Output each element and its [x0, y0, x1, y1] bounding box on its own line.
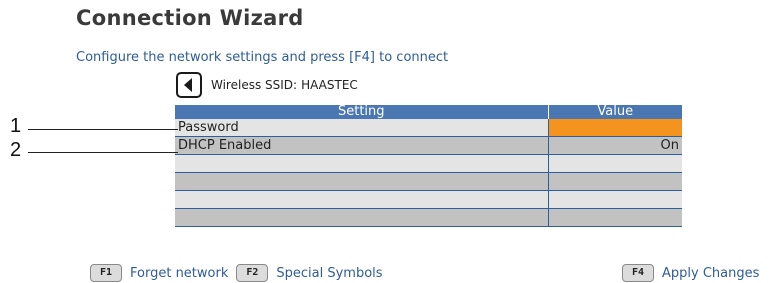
value-cell[interactable]: On [548, 136, 682, 155]
column-header-setting: Setting [175, 105, 549, 119]
table-row[interactable]: DHCP Enabled On [175, 136, 682, 155]
f4-key-button[interactable]: F4 [622, 264, 654, 282]
value-cell[interactable] [548, 190, 682, 209]
callout-line-1 [28, 129, 178, 130]
left-arrow-icon [184, 78, 192, 92]
setting-cell[interactable]: DHCP Enabled [175, 136, 549, 155]
f1-key-button[interactable]: F1 [90, 264, 122, 282]
password-value-cell[interactable] [548, 119, 682, 137]
ssid-value: HAASTEC [301, 78, 358, 92]
ssid-label: Wireless SSID: [211, 78, 298, 92]
value-cell[interactable] [548, 172, 682, 191]
settings-table: Setting Value Password DHCP Enabled On [175, 105, 682, 227]
value-cell[interactable] [548, 208, 682, 227]
table-row[interactable] [175, 208, 682, 227]
wizard-subtitle: Configure the network settings and press… [76, 50, 449, 65]
setting-cell[interactable] [175, 172, 549, 191]
ssid-display: Wireless SSID: HAASTEC [211, 78, 358, 92]
table-row[interactable] [175, 172, 682, 191]
table-row[interactable] [175, 154, 682, 173]
callout-line-2 [28, 152, 178, 153]
wizard-title: Connection Wizard [76, 6, 304, 30]
callout-number-2: 2 [10, 139, 22, 161]
setting-cell[interactable] [175, 208, 549, 227]
setting-cell[interactable] [175, 154, 549, 173]
setting-cell[interactable]: Password [175, 119, 549, 137]
f2-label: Special Symbols [276, 265, 383, 281]
value-cell[interactable] [548, 154, 682, 173]
footer-right: F4 Apply Changes [622, 264, 759, 282]
table-row[interactable] [175, 190, 682, 209]
f4-label: Apply Changes [662, 265, 760, 281]
f1-label: Forget network [130, 265, 229, 281]
setting-cell[interactable] [175, 190, 549, 209]
column-header-value: Value [548, 105, 682, 119]
f2-key-button[interactable]: F2 [236, 264, 269, 282]
table-header-row: Setting Value [175, 105, 682, 119]
callout-number-1: 1 [10, 115, 22, 137]
footer-left: F1 Forget network F2 Special Symbols [90, 264, 383, 282]
back-button[interactable] [176, 72, 202, 98]
table-row[interactable]: Password [175, 119, 682, 137]
